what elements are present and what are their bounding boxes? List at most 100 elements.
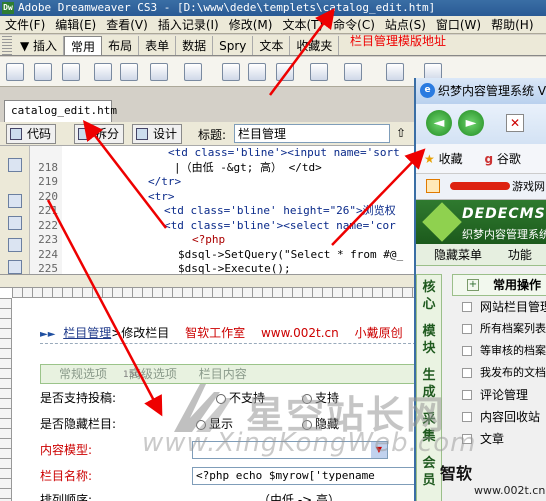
image-icon[interactable] [150, 63, 168, 81]
radio-support[interactable] [302, 393, 312, 404]
address-text: 游戏网 [512, 180, 545, 193]
menu-insert[interactable]: 插入记录(I) [153, 16, 224, 33]
tab-spry[interactable]: Spry [213, 36, 254, 55]
dedecms-logo: DEDECMS [462, 206, 546, 222]
tab-common[interactable]: 常用 [64, 36, 103, 55]
script-icon[interactable] [310, 63, 328, 81]
forward-icon[interactable]: ► [458, 110, 484, 136]
tab-favorites[interactable]: 收藏夹 [290, 36, 340, 55]
browser-title-bar: e 织梦内容管理系统 V [416, 78, 546, 104]
named-anchor-icon[interactable] [62, 63, 80, 81]
sidebar-core[interactable]: 核心 [422, 279, 436, 313]
column-name-input[interactable]: <?php echo $myrow['typename [192, 467, 420, 485]
address-bar[interactable]: 游戏网 [416, 174, 546, 200]
code-line: </tr> [148, 175, 182, 188]
design-pane[interactable]: ►► 栏目管理>修改栏目 智软工作室 www.002t.cn 小戴原创 常规选项… [0, 288, 420, 501]
menu-edit[interactable]: 编辑(E) [50, 16, 101, 33]
collapse-selection-icon[interactable] [8, 216, 22, 230]
split-view-icon [78, 128, 90, 140]
tab-text[interactable]: 文本 [253, 36, 291, 55]
breadcrumb-link[interactable]: 栏目管理 [63, 326, 111, 340]
comment-icon[interactable] [248, 63, 266, 81]
code-line: <td class='bline'><select name='cor [164, 218, 396, 232]
radio-hide[interactable] [302, 419, 312, 430]
design-view-button[interactable]: 设计 [132, 124, 183, 144]
content-model-select[interactable]: ▼ [192, 441, 388, 459]
admin-sidebar: 核心 模块 生成 采集 会员 [416, 274, 442, 501]
checkbox-icon [462, 324, 472, 334]
radio-show[interactable] [196, 419, 206, 430]
list-item[interactable]: 我发布的文档 [452, 362, 546, 384]
vertical-ruler [0, 298, 12, 501]
google-link[interactable]: 谷歌 [497, 152, 521, 166]
date-icon[interactable] [222, 63, 240, 81]
tag-chooser-icon[interactable] [386, 63, 404, 81]
insert-panel-toggle[interactable]: ▼ 插入 [14, 36, 65, 55]
list-item[interactable]: 网站栏目管理 [452, 296, 546, 318]
list-item[interactable]: 等审核的档案 [452, 340, 546, 362]
media-icon[interactable] [184, 63, 202, 81]
code-view-button[interactable]: 代码 [6, 124, 57, 144]
code-line: <td class='bline'><input name='sort [168, 146, 400, 159]
email-link-icon[interactable] [34, 63, 52, 81]
dedecms-subtitle: 织梦内容管理系统 [462, 228, 546, 241]
ie-browser-window: e 织梦内容管理系统 V ◄ ► ✕ ★ 收藏 g 谷歌 游戏网 DEDECMS… [414, 78, 546, 501]
list-item[interactable]: 所有档案列表 [452, 318, 546, 340]
menu-view[interactable]: 查看(V) [101, 16, 153, 33]
split-divider[interactable] [0, 274, 420, 288]
menu-site[interactable]: 站点(S) [380, 16, 431, 33]
sidebar-members[interactable]: 会员 [422, 455, 436, 489]
menu-help[interactable]: 帮助(H) [486, 16, 538, 33]
select-parent-tag-icon[interactable] [8, 260, 22, 274]
code-pane[interactable]: 218 219 220 221 222 223 224 225 <td clas… [0, 146, 420, 274]
tab-layout[interactable]: 布局 [102, 36, 140, 55]
design-breadcrumb: ►► 栏目管理>修改栏目 智软工作室 www.002t.cn 小戴原创 [40, 322, 416, 344]
grip-handle[interactable] [2, 36, 12, 55]
menu-window[interactable]: 窗口(W) [431, 16, 486, 33]
list-item[interactable]: 内容回收站 [452, 406, 546, 428]
field-sort-order: 排列顺序: （由低 -> 高） [40, 493, 341, 501]
hyperlink-icon[interactable] [6, 63, 24, 81]
line-numbers: 218 219 220 221 222 223 224 225 [30, 146, 62, 274]
list-item[interactable]: 文章 [452, 428, 546, 450]
hide-menu-link[interactable]: 隐藏菜单 [434, 248, 482, 262]
field-content-model: 内容模型: ▼ [40, 440, 416, 460]
sidebar-collect[interactable]: 采集 [422, 411, 436, 445]
sidebar-modules[interactable]: 模块 [422, 323, 436, 357]
dedecms-banner: DEDECMS 织梦内容管理系统 [416, 200, 546, 244]
redacted-address [450, 182, 510, 190]
menu-commands[interactable]: 命令(C) [328, 16, 380, 33]
function-map-link[interactable]: 功能 [508, 248, 532, 262]
page-title-input[interactable] [234, 124, 390, 143]
menu-modify[interactable]: 修改(M) [224, 16, 278, 33]
browser-nav-bar: ◄ ► ✕ [416, 104, 546, 144]
tab-data[interactable]: 数据 [176, 36, 214, 55]
dreamweaver-logo-icon: Dw [2, 2, 14, 14]
template-icon[interactable] [344, 63, 362, 81]
back-icon[interactable]: ◄ [426, 110, 452, 136]
stop-icon[interactable]: ✕ [506, 114, 524, 132]
head-icon[interactable] [276, 63, 294, 81]
menu-file[interactable]: 文件(F) [0, 16, 50, 33]
dreamweaver-title-bar: Dw Adobe Dreamweaver CS3 - [D:\www\dede\… [0, 0, 546, 16]
div-icon[interactable] [120, 63, 138, 81]
open-documents-icon[interactable] [8, 158, 22, 172]
google-icon: g [484, 152, 494, 166]
expand-all-icon[interactable] [8, 238, 22, 252]
file-management-icon[interactable]: ⇧ [396, 126, 406, 140]
doc-tab-catalog-edit[interactable]: catalog_edit.htm [4, 100, 117, 122]
split-view-button[interactable]: 拆分 [74, 124, 125, 144]
tab-column-content[interactable]: 栏目内容 [199, 367, 247, 381]
tab-general-options[interactable]: 常规选项 [59, 367, 107, 381]
list-item[interactable]: 评论管理 [452, 384, 546, 406]
window-title: Adobe Dreamweaver CS3 - [D:\www\dede\tem… [18, 1, 436, 14]
collapse-tag-icon[interactable] [8, 194, 22, 208]
favorites-label[interactable]: 收藏 [439, 152, 463, 166]
radio-not-support[interactable] [216, 393, 226, 404]
table-icon[interactable] [94, 63, 112, 81]
sidebar-generate[interactable]: 生成 [422, 367, 436, 401]
expand-icon[interactable]: + [467, 279, 479, 291]
tab-forms[interactable]: 表单 [139, 36, 177, 55]
menu-text[interactable]: 文本(T) [277, 16, 328, 33]
dedecms-logo-icon [422, 202, 462, 242]
